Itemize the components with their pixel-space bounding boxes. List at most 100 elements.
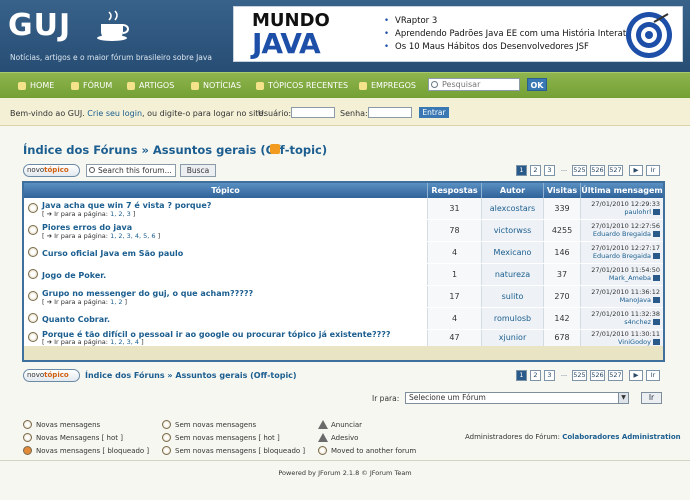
password-field[interactable] [368, 107, 412, 118]
table-footer [24, 346, 663, 360]
new-topic-button[interactable]: novotópico [23, 164, 80, 177]
new-topic-button-bottom[interactable]: novotópico [23, 369, 80, 382]
password-label: Senha: [340, 109, 368, 118]
topic-title-link[interactable]: Java acha que win 7 é vista ? porque? [42, 201, 211, 210]
nav-forum[interactable]: FÓRUM [71, 78, 112, 94]
forum-search-input[interactable]: Search this forum... [86, 164, 176, 177]
topic-replies: 17 [428, 286, 482, 307]
forum-search-button[interactable]: Busca [180, 164, 216, 177]
goto-last-post-icon[interactable] [653, 231, 660, 237]
goto-last-post-icon[interactable] [653, 319, 660, 325]
page-link[interactable]: 1 [516, 165, 527, 176]
topic-author-link[interactable]: xjunior [482, 330, 544, 346]
goto-page-button[interactable]: Ir [646, 370, 660, 381]
nav-artigos[interactable]: ARTIGOS [127, 78, 174, 94]
page-link[interactable]: 1 [516, 370, 527, 381]
jump-go-button[interactable]: Ir [641, 392, 662, 404]
col-views: Visitas [544, 183, 581, 198]
topic-status-icon [28, 247, 38, 257]
site-search-input[interactable]: Pesquisar [428, 78, 520, 91]
admins-link[interactable]: Colaboradores Administration [562, 433, 680, 441]
legend-item: Novas mensagens [23, 420, 100, 430]
topic-last-post: 27/01/2010 11:54:50 Mark_Ameba [581, 264, 663, 285]
topic-author-link[interactable]: natureza [482, 264, 544, 285]
breadcrumb-forum-index[interactable]: Índice dos Fóruns [85, 371, 165, 380]
breadcrumb-forum-name[interactable]: Assuntos gerais (Off-topic) [153, 143, 327, 157]
table-row: Piores erros do java [ ➔ Ir para a págin… [24, 220, 663, 241]
topic-title-link[interactable]: Grupo no messenger do guj, o que acham??… [42, 289, 253, 298]
page-link[interactable]: 527 [608, 370, 623, 381]
table-header: Tópico Respostas Autor Visitas Última me… [24, 183, 663, 198]
signup-link[interactable]: Crie seu login [87, 109, 142, 118]
topic-replies: 78 [428, 220, 482, 241]
topic-last-post: 27/01/2010 11:30:11 ViniGodoy [581, 330, 663, 346]
legend-item: Moved to another forum [318, 446, 416, 456]
topic-status-icon [28, 291, 38, 301]
breadcrumb-forum-name[interactable]: Assuntos gerais (Off-topic) [175, 371, 296, 380]
banner-headline[interactable]: Aprendendo Padrões Java EE com uma Histó… [384, 28, 639, 41]
nav-noticias[interactable]: NOTÍCIAS [191, 78, 241, 94]
nav-home[interactable]: HOME [18, 78, 54, 94]
goto-last-post-icon[interactable] [653, 339, 660, 345]
page-link[interactable]: 3 [544, 370, 555, 381]
username-label: Usuário: [258, 109, 292, 118]
no-new-posts-hot-icon [162, 433, 171, 442]
topic-author-link[interactable]: romulosb [482, 308, 544, 329]
page-link[interactable]: 2 [530, 165, 541, 176]
breadcrumb-forum-index[interactable]: Índice dos Fóruns [23, 143, 137, 157]
page-link[interactable]: 526 [590, 370, 605, 381]
page-link[interactable]: 525 [572, 165, 587, 176]
nav-empregos[interactable]: EMPREGOS [359, 78, 416, 94]
topic-views: 146 [544, 242, 581, 263]
topic-title-link[interactable]: Curso oficial Java em São paulo [42, 249, 183, 258]
next-page-button[interactable]: ▶ [629, 165, 643, 176]
topic-last-post: 27/01/2010 12:27:56 Eduardo Bregaida [581, 220, 663, 241]
legend-item: Adesivo [318, 433, 358, 443]
username-field[interactable] [291, 107, 335, 118]
rss-icon[interactable] [270, 144, 280, 154]
topic-title-link[interactable]: Piores erros do java [42, 223, 132, 232]
topic-title-link[interactable]: Jogo de Poker. [42, 271, 106, 280]
topic-author-link[interactable]: sulito [482, 286, 544, 307]
legend-item: Novas mensagens [ bloqueado ] [23, 446, 149, 456]
banner-title-line2: JAVA [252, 27, 321, 60]
breadcrumb: Índice dos Fóruns » Assuntos gerais (Off… [23, 143, 328, 157]
table-row: Porque é tão difícil o pessoal ir ao goo… [24, 330, 663, 346]
powered-by: Powered by JForum 2.1.8 © JForum Team [278, 469, 412, 477]
topic-author-link[interactable]: victorwss [482, 220, 544, 241]
mundo-java-banner[interactable]: MUNDO JAVA VRaptor 3 Aprendendo Padrões … [233, 6, 683, 62]
topic-last-post: 27/01/2010 12:27:17 Eduardo Bregaida [581, 242, 663, 263]
page-link[interactable]: 2 [530, 370, 541, 381]
no-new-posts-locked-icon [162, 446, 171, 455]
forum-jump-select[interactable]: Selecione um Fórum ▼ [405, 392, 629, 404]
new-posts-icon [23, 420, 32, 429]
next-page-button[interactable]: ▶ [629, 370, 643, 381]
banner-headline[interactable]: Os 10 Maus Hábitos dos Desenvolvedores J… [384, 41, 639, 54]
page-ellipsis: ... [560, 370, 568, 378]
topic-status-icon [28, 332, 38, 342]
topic-author-link[interactable]: Mexicano [482, 242, 544, 263]
topic-title-link[interactable]: Quanto Cobrar. [42, 315, 110, 324]
page-link[interactable]: 3 [544, 165, 555, 176]
topic-pages: [ ➔ Ir para a página: 1, 2, 3 ] [42, 210, 136, 218]
login-button[interactable]: Entrar [419, 107, 449, 118]
nav-topicos-recentes[interactable]: TÓPICOS RECENTES [256, 78, 348, 94]
page-link[interactable]: 526 [590, 165, 605, 176]
topic-author-link[interactable]: alexcostars [482, 198, 544, 219]
goto-last-post-icon[interactable] [653, 253, 660, 259]
goto-last-post-icon[interactable] [653, 275, 660, 281]
legend-item: Novas Mensagens [ hot ] [23, 433, 123, 443]
legend-item: Sem novas mensagens [ hot ] [162, 433, 280, 443]
goto-last-post-icon[interactable] [653, 297, 660, 303]
site-logo[interactable]: GUJ [8, 8, 71, 43]
no-new-posts-icon [162, 420, 171, 429]
goto-page-button[interactable]: Ir [646, 165, 660, 176]
site-search-ok-button[interactable]: OK [527, 78, 547, 91]
goto-last-post-icon[interactable] [653, 209, 660, 215]
topic-replies: 4 [428, 242, 482, 263]
banner-headline[interactable]: VRaptor 3 [384, 15, 639, 28]
new-posts-hot-icon [23, 433, 32, 442]
page-link[interactable]: 525 [572, 370, 587, 381]
welcome-text: Bem-vindo ao GUJ. Crie seu login, ou dig… [10, 109, 266, 118]
page-link[interactable]: 527 [608, 165, 623, 176]
